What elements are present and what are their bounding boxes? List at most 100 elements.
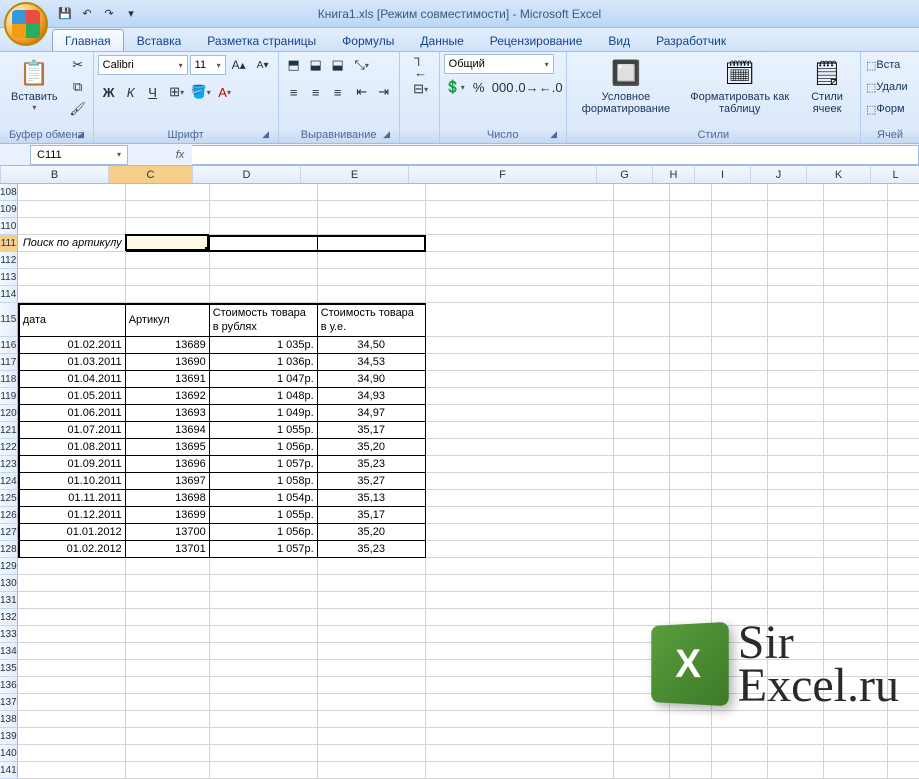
increase-decimal-icon[interactable]: .0→ [516, 76, 538, 98]
cell[interactable] [888, 745, 919, 762]
cell[interactable] [888, 728, 919, 745]
cell[interactable]: 01.04.2011 [18, 371, 126, 388]
cell[interactable] [426, 541, 614, 558]
cell[interactable] [712, 524, 768, 541]
cell[interactable] [614, 303, 670, 337]
cell[interactable] [888, 507, 919, 524]
tab-разработчик[interactable]: Разработчик [643, 29, 739, 51]
cell[interactable] [768, 405, 824, 422]
align-middle-icon[interactable]: ⬓ [305, 54, 327, 76]
cell[interactable] [824, 218, 888, 235]
cell[interactable] [670, 252, 712, 269]
cell[interactable] [768, 507, 824, 524]
cell[interactable] [614, 388, 670, 405]
cell[interactable] [18, 184, 126, 201]
cell[interactable]: 1 056р. [210, 524, 318, 541]
cell[interactable]: 01.08.2011 [18, 439, 126, 456]
cell[interactable] [824, 762, 888, 779]
cell[interactable] [712, 405, 768, 422]
row-header-115[interactable]: 115 [0, 303, 18, 337]
cell[interactable] [210, 694, 318, 711]
cell[interactable] [768, 762, 824, 779]
cell[interactable] [670, 201, 712, 218]
cell[interactable] [824, 711, 888, 728]
col-header-L[interactable]: L [871, 166, 919, 183]
cell[interactable] [824, 490, 888, 507]
cell[interactable] [614, 541, 670, 558]
cell[interactable]: 34,90 [318, 371, 426, 388]
cell[interactable] [126, 184, 210, 201]
cell[interactable] [768, 184, 824, 201]
cell[interactable] [670, 592, 712, 609]
underline-button[interactable]: Ч [142, 81, 164, 103]
cell[interactable] [768, 592, 824, 609]
cell[interactable] [426, 592, 614, 609]
cell[interactable] [768, 490, 824, 507]
save-icon[interactable]: 💾 [56, 5, 74, 23]
cell[interactable] [670, 575, 712, 592]
cell[interactable]: 13694 [126, 422, 210, 439]
cell[interactable] [768, 456, 824, 473]
cell[interactable] [126, 677, 210, 694]
row-header-108[interactable]: 108 [0, 184, 18, 201]
cell[interactable] [18, 711, 126, 728]
cell[interactable] [210, 609, 318, 626]
cell[interactable]: 01.10.2011 [18, 473, 126, 490]
cell[interactable] [18, 660, 126, 677]
tab-формулы[interactable]: Формулы [329, 29, 407, 51]
cell[interactable] [426, 694, 614, 711]
cell[interactable] [888, 524, 919, 541]
cell[interactable]: 1 049р. [210, 405, 318, 422]
border-icon[interactable]: ⊞▾ [166, 81, 188, 103]
cell[interactable] [888, 184, 919, 201]
cell[interactable] [210, 269, 318, 286]
row-header-126[interactable]: 126 [0, 507, 18, 524]
cell[interactable]: 13693 [126, 405, 210, 422]
increase-font-icon[interactable]: A▴ [228, 54, 250, 76]
cell[interactable] [712, 745, 768, 762]
cell[interactable] [318, 609, 426, 626]
cell[interactable]: 1 048р. [210, 388, 318, 405]
cell[interactable] [670, 456, 712, 473]
cell[interactable] [824, 439, 888, 456]
cell[interactable] [824, 235, 888, 252]
tab-вставка[interactable]: Вставка [124, 29, 195, 51]
cell[interactable] [888, 235, 919, 252]
cell[interactable] [712, 286, 768, 303]
row-header-140[interactable]: 140 [0, 745, 18, 762]
align-top-icon[interactable]: ⬒ [283, 54, 305, 76]
cell[interactable] [426, 439, 614, 456]
cell[interactable] [18, 286, 126, 303]
currency-icon[interactable]: 💲▾ [444, 76, 466, 98]
cell[interactable] [670, 269, 712, 286]
cell[interactable] [426, 303, 614, 337]
col-header-C[interactable]: C [109, 166, 193, 183]
fx-icon[interactable]: fx [168, 149, 192, 161]
cell[interactable]: 35,13 [318, 490, 426, 507]
cell[interactable] [614, 218, 670, 235]
cell-styles-button[interactable]: 🗒 Стили ячеек [798, 54, 856, 118]
row-header-130[interactable]: 130 [0, 575, 18, 592]
cell[interactable] [614, 711, 670, 728]
cell[interactable]: 35,17 [318, 507, 426, 524]
cell[interactable] [614, 354, 670, 371]
cell[interactable] [824, 269, 888, 286]
cell[interactable] [426, 626, 614, 643]
cell[interactable] [614, 473, 670, 490]
cell[interactable] [888, 201, 919, 218]
row-header-111[interactable]: 111 [0, 235, 18, 252]
cell[interactable]: 1 054р. [210, 490, 318, 507]
cell[interactable] [426, 745, 614, 762]
cell[interactable] [888, 711, 919, 728]
cell[interactable] [768, 218, 824, 235]
cell[interactable] [318, 660, 426, 677]
row-header-127[interactable]: 127 [0, 524, 18, 541]
cell[interactable] [888, 269, 919, 286]
cell[interactable] [768, 303, 824, 337]
cell[interactable] [18, 626, 126, 643]
cell[interactable] [712, 354, 768, 371]
cell[interactable] [126, 626, 210, 643]
cell[interactable] [768, 745, 824, 762]
number-format-select[interactable]: Общий▾ [444, 54, 554, 74]
row-header-134[interactable]: 134 [0, 643, 18, 660]
